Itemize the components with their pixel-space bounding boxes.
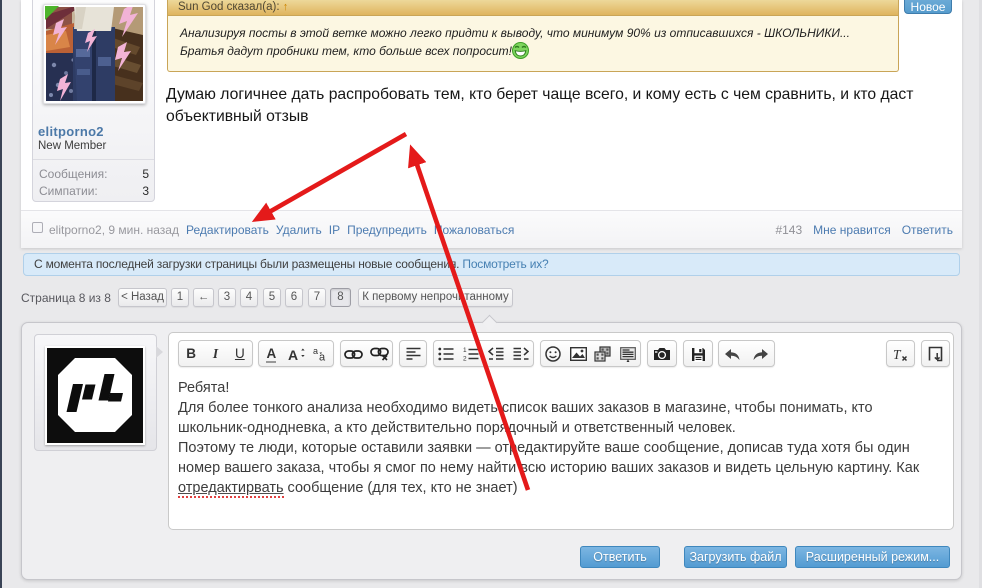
svg-text:a: a <box>319 352 326 363</box>
svg-text:A: A <box>288 347 298 362</box>
svg-text:a: a <box>313 346 318 356</box>
svg-text:2: 2 <box>463 356 467 362</box>
svg-text:T: T <box>893 347 902 362</box>
svg-text:1: 1 <box>463 347 467 354</box>
